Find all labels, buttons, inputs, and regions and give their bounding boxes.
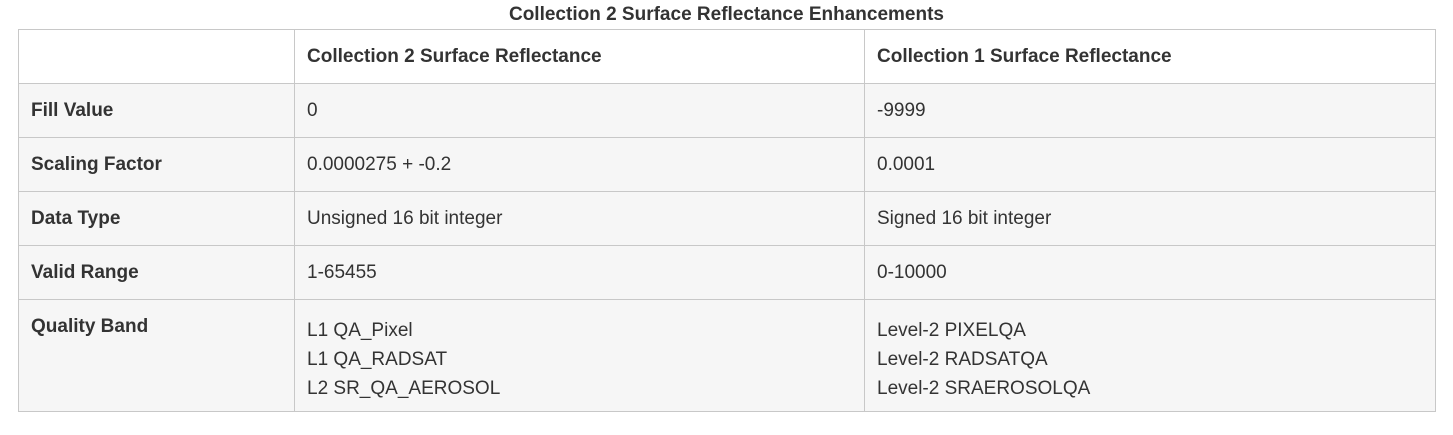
cell-text: Level-2 SRAEROSOLQA — [877, 378, 1091, 399]
header-empty-cell — [18, 29, 295, 84]
cell-text: Level-2 PIXELQA — [877, 320, 1026, 341]
cell-c1-quality-band: Level-2 PIXELQA Level-2 RADSATQA Level-2… — [864, 299, 1436, 412]
cell-c2-data-type: Unsigned 16 bit integer — [294, 191, 865, 246]
row-label-fill-value: Fill Value — [18, 83, 295, 138]
row-label-data-type: Data Type — [18, 191, 295, 246]
reflectance-comparison-table: Collection 2 Surface Reflectance Collect… — [18, 29, 1436, 412]
cell-text: L1 QA_Pixel — [307, 320, 413, 341]
table-row: Quality Band L1 QA_Pixel L1 QA_RADSAT L2… — [18, 299, 1436, 412]
cell-text: L2 SR_QA_AEROSOL — [307, 378, 501, 399]
cell-c2-scaling-factor: 0.0000275 + -0.2 — [294, 137, 865, 192]
cell-text: L1 QA_RADSAT — [307, 349, 448, 370]
cell-c1-fill-value: -9999 — [864, 83, 1436, 138]
cell-text: Unsigned 16 bit integer — [307, 208, 503, 229]
row-label-valid-range: Valid Range — [18, 245, 295, 300]
cell-c2-fill-value: 0 — [294, 83, 865, 138]
cell-text: Signed 16 bit integer — [877, 208, 1052, 229]
cell-c1-scaling-factor: 0.0001 — [864, 137, 1436, 192]
table-row: Valid Range 1-65455 0-10000 — [18, 245, 1436, 300]
cell-text: 0-10000 — [877, 262, 947, 283]
row-label-quality-band: Quality Band — [18, 299, 295, 412]
cell-c2-quality-band: L1 QA_Pixel L1 QA_RADSAT L2 SR_QA_AEROSO… — [294, 299, 865, 412]
row-label-scaling-factor: Scaling Factor — [18, 137, 295, 192]
cell-text: Level-2 RADSATQA — [877, 349, 1048, 370]
cell-c1-data-type: Signed 16 bit integer — [864, 191, 1436, 246]
table-row: Fill Value 0 -9999 — [18, 83, 1436, 138]
cell-c1-valid-range: 0-10000 — [864, 245, 1436, 300]
cell-text: 0 — [307, 100, 318, 121]
header-collection-2: Collection 2 Surface Reflectance — [294, 29, 865, 84]
cell-c2-valid-range: 1-65455 — [294, 245, 865, 300]
cell-text: 0.0000275 + -0.2 — [307, 154, 452, 175]
table-row: Scaling Factor 0.0000275 + -0.2 0.0001 — [18, 137, 1436, 192]
cell-text: -9999 — [877, 100, 926, 121]
table-header-row: Collection 2 Surface Reflectance Collect… — [18, 29, 1436, 84]
header-collection-1: Collection 1 Surface Reflectance — [864, 29, 1436, 84]
table-row: Data Type Unsigned 16 bit integer Signed… — [18, 191, 1436, 246]
table-caption: Collection 2 Surface Reflectance Enhance… — [508, 4, 945, 25]
cell-text: 0.0001 — [877, 154, 936, 175]
cell-text: 1-65455 — [307, 262, 377, 283]
